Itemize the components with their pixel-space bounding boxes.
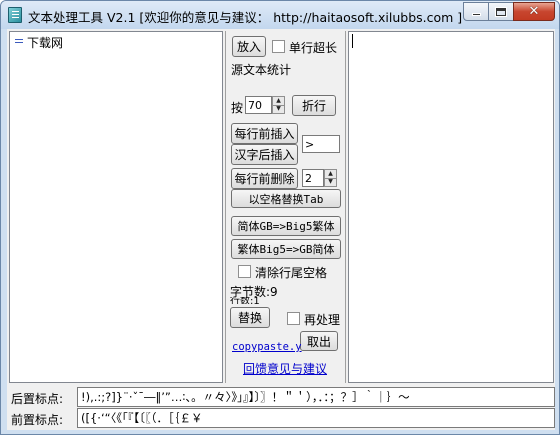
copypaste-link[interactable]: copypaste.y bbox=[232, 341, 302, 353]
spin-down-icon[interactable]: ▼ bbox=[273, 104, 284, 114]
punctuation-settings: 后置标点: !),.:;?]}¨·ˇˉ―‖’”…∶、。〃々〉》」』】〕〗！＂＇）… bbox=[7, 385, 555, 430]
after-chinese-insert-button[interactable]: 汉字后插入 bbox=[231, 144, 298, 165]
wrap-chars-stepper[interactable]: ▲ ▼ bbox=[272, 96, 285, 114]
delete-count-stepper[interactable]: ▲ ▼ bbox=[324, 169, 337, 187]
wrap-button[interactable]: 折行 bbox=[292, 95, 336, 116]
title-bar[interactable]: 文本处理工具 V2.1 [欢迎你的意见与建议： http://haitaosof… bbox=[1, 1, 559, 29]
delete-count-input[interactable]: 2 bbox=[302, 169, 324, 187]
source-stats-label: 源文本统计 bbox=[231, 63, 292, 77]
minimize-icon bbox=[471, 13, 481, 16]
delete-prefix-button[interactable]: 每行前删除 bbox=[231, 168, 298, 189]
trim-trailing-label: 清除行尾空格 bbox=[255, 266, 328, 280]
feedback-link[interactable]: 回馈意见与建议 bbox=[243, 360, 327, 377]
prefix-insert-button[interactable]: 每行前插入 bbox=[231, 123, 298, 144]
per-label: 按 bbox=[231, 101, 244, 115]
text-caret bbox=[352, 34, 353, 48]
leading-punctuation-input[interactable]: ([{·‘“〈《「『【〔〖（．［｛￡￥ bbox=[77, 408, 555, 428]
window-title: 文本处理工具 V2.1 [欢迎你的意见与建议： http://haitaosof… bbox=[28, 10, 463, 25]
big5-to-gb-button[interactable]: 繁体Big5=>GB简体 bbox=[231, 239, 341, 259]
spin-down-icon[interactable]: ▼ bbox=[325, 177, 336, 187]
leading-punctuation-row: 前置标点: ([{·‘“〈《「『【〔〖（．［｛￡￥ bbox=[7, 408, 555, 428]
client-area: 下载网 放入 单行超长 源文本统计 按 70 ▲ ▼ 折行 每行前插入 汉字后插… bbox=[7, 29, 555, 430]
result-text-area[interactable] bbox=[348, 31, 554, 383]
space-to-tab-button[interactable]: 以空格替换Tab bbox=[231, 189, 341, 208]
replace-button[interactable]: 替换 bbox=[230, 307, 270, 328]
fetch-button[interactable]: 取出 bbox=[300, 331, 338, 351]
minimize-button[interactable] bbox=[463, 2, 489, 21]
single-line-checkbox[interactable] bbox=[272, 40, 285, 53]
close-button[interactable]: ✕ bbox=[513, 2, 555, 21]
maximize-icon bbox=[496, 7, 506, 16]
gb-to-big5-button[interactable]: 简体GB=>Big5繁体 bbox=[231, 216, 341, 236]
trailing-punctuation-label: 后置标点: bbox=[11, 392, 64, 406]
maximize-button[interactable] bbox=[488, 2, 514, 21]
list-item: 下载网 bbox=[14, 34, 218, 51]
spin-up-icon[interactable]: ▲ bbox=[325, 170, 336, 178]
wrap-chars-input[interactable]: 70 bbox=[245, 96, 272, 114]
single-line-label: 单行超长 bbox=[289, 41, 338, 55]
close-icon: ✕ bbox=[528, 4, 540, 19]
line-count-label: 行数:1 bbox=[230, 297, 260, 304]
reprocess-label: 再处理 bbox=[304, 313, 341, 327]
trim-trailing-checkbox[interactable] bbox=[238, 265, 251, 278]
trailing-punctuation-input[interactable]: !),.:;?]}¨·ˇˉ―‖’”…∶、。〃々〉》」』】〕〗！＂＇），．：；？］… bbox=[77, 387, 555, 407]
notepad-icon bbox=[8, 7, 22, 23]
text-icon bbox=[14, 38, 24, 48]
leading-punctuation-label: 前置标点: bbox=[11, 413, 64, 427]
tool-panel: 放入 单行超长 源文本统计 按 70 ▲ ▼ 折行 每行前插入 汉字后插入 > … bbox=[225, 31, 346, 383]
spin-up-icon[interactable]: ▲ bbox=[273, 97, 284, 105]
insert-text-input[interactable]: > bbox=[302, 135, 340, 153]
source-text-line: 下载网 bbox=[27, 36, 64, 50]
insert-button[interactable]: 放入 bbox=[232, 36, 266, 57]
trailing-punctuation-row: 后置标点: !),.:;?]}¨·ˇˉ―‖’”…∶、。〃々〉》」』】〕〗！＂＇）… bbox=[7, 387, 555, 407]
reprocess-checkbox[interactable] bbox=[287, 312, 300, 325]
source-text-area[interactable]: 下载网 bbox=[9, 31, 223, 383]
app-window: 文本处理工具 V2.1 [欢迎你的意见与建议： http://haitaosof… bbox=[0, 0, 560, 435]
